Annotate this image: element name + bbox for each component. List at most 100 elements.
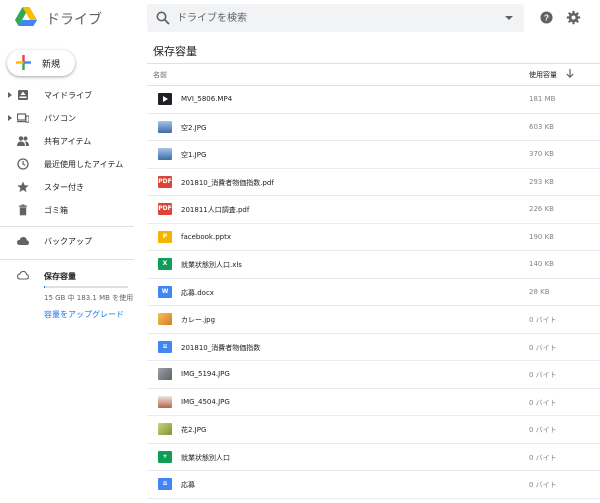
new-button[interactable]: 新規 bbox=[7, 50, 75, 76]
file-name: facebook.pptx bbox=[181, 232, 231, 241]
sidebar-item-backups[interactable]: バックアップ bbox=[0, 230, 134, 253]
storage-usage-bar bbox=[44, 286, 128, 288]
file-row[interactable]: 空1.JPG 370 KB bbox=[147, 141, 600, 169]
my-drive-icon bbox=[18, 90, 28, 100]
google-sheets-icon: + bbox=[158, 450, 172, 463]
file-size: 0 バイト bbox=[529, 426, 557, 434]
file-name: 応募.docx bbox=[181, 288, 214, 297]
sidebar-item-label: ゴミ箱 bbox=[44, 206, 68, 215]
sidebar-item-label: マイドライブ bbox=[44, 91, 92, 100]
search-icon[interactable] bbox=[156, 11, 170, 25]
sidebar-item-shared[interactable]: 共有アイテム bbox=[0, 130, 134, 153]
file-size: 0 バイト bbox=[529, 371, 557, 379]
sidebar-item-my-drive[interactable]: マイドライブ bbox=[0, 84, 134, 107]
file-row[interactable]: W 応募.docx 28 KB bbox=[147, 279, 600, 306]
google-drive-logo-icon[interactable] bbox=[15, 7, 37, 27]
file-row[interactable]: X 就業状態別人口.xls 140 KB bbox=[147, 251, 600, 279]
page-title: 保存容量 bbox=[153, 45, 197, 58]
sidebar-item-label: スター付き bbox=[44, 183, 84, 192]
file-row[interactable]: 空2.JPG 603 KB bbox=[147, 114, 600, 141]
google-docs-icon: ≡ bbox=[158, 478, 172, 490]
sidebar-divider bbox=[0, 226, 134, 227]
cloud-outline-icon bbox=[17, 270, 29, 280]
cloud-icon bbox=[17, 237, 29, 245]
image-icon bbox=[158, 148, 172, 160]
title-divider bbox=[147, 63, 600, 64]
file-size: 0 バイト bbox=[529, 343, 557, 352]
file-row[interactable]: IMG_4504.JPG 0 バイト bbox=[147, 389, 600, 416]
sort-descending-arrow-icon[interactable] bbox=[566, 69, 574, 78]
sidebar-item-recent[interactable]: 最近使用したアイテム bbox=[0, 153, 134, 176]
column-header-size[interactable]: 使用容量 bbox=[529, 70, 557, 80]
file-row[interactable]: 花2.JPG 0 バイト bbox=[147, 416, 600, 444]
search-bar[interactable] bbox=[147, 4, 524, 32]
file-size: 226 KB bbox=[529, 205, 554, 213]
settings-gear-icon[interactable] bbox=[566, 10, 581, 25]
docx-icon: W bbox=[158, 285, 172, 298]
storage-usage-fill bbox=[44, 286, 45, 288]
plus-icon bbox=[16, 55, 31, 70]
file-size: 0 バイト bbox=[529, 398, 557, 407]
sidebar-nav: マイドライブ パソコン 共有アイテム 最近使用したアイテム スター付き ゴミ箱 bbox=[0, 84, 134, 222]
file-row[interactable]: + 就業状態別人口 0 バイト bbox=[147, 444, 600, 471]
file-row[interactable]: Pfacebook.pptx 190 KB bbox=[147, 224, 600, 251]
file-size: 293 KB bbox=[529, 177, 554, 186]
pdf-icon: PDF bbox=[158, 203, 172, 215]
file-size: 370 KB bbox=[529, 150, 554, 158]
file-name: 空2.JPG bbox=[181, 123, 207, 132]
file-name: 花2.JPG bbox=[181, 426, 207, 434]
file-row[interactable]: MVI_5806.MP4 181 MB bbox=[147, 86, 600, 114]
expand-caret-icon[interactable] bbox=[8, 92, 12, 98]
pdf-icon: PDF bbox=[158, 175, 172, 188]
file-row[interactable]: カレー.jpg 0 バイト bbox=[147, 306, 600, 334]
upgrade-storage-link[interactable]: 容量をアップグレード bbox=[44, 309, 124, 320]
file-size: 28 KB bbox=[529, 287, 550, 296]
image-icon bbox=[158, 313, 172, 325]
file-name: 201810_消費者物価指数.pdf bbox=[181, 178, 274, 187]
expand-caret-icon[interactable] bbox=[8, 115, 12, 121]
sidebar-divider bbox=[0, 259, 134, 260]
google-docs-icon: ≡ bbox=[158, 340, 172, 353]
video-icon bbox=[158, 93, 172, 105]
image-icon bbox=[158, 423, 172, 435]
sidebar-item-trash[interactable]: ゴミ箱 bbox=[0, 199, 134, 222]
sidebar-item-label: 最近使用したアイテム bbox=[44, 160, 124, 169]
recent-clock-icon bbox=[17, 158, 29, 170]
svg-text:?: ? bbox=[544, 13, 549, 23]
sidebar-item-starred[interactable]: スター付き bbox=[0, 176, 134, 199]
file-row[interactable]: IMG_5194.JPG 0 バイト bbox=[147, 361, 600, 389]
file-name: 就業状態別人口 bbox=[181, 453, 230, 462]
file-name: 応募 bbox=[181, 481, 195, 489]
storage-title[interactable]: 保存容量 bbox=[44, 271, 76, 282]
file-row[interactable]: PDF 201811人口調査.pdf 226 KB bbox=[147, 196, 600, 224]
file-size: 603 KB bbox=[529, 122, 554, 131]
file-name: IMG_4504.JPG bbox=[181, 397, 230, 406]
file-size: 0 バイト bbox=[529, 316, 557, 324]
new-button-label: 新規 bbox=[42, 60, 61, 70]
sidebar-backup-section: バックアップ bbox=[0, 230, 134, 253]
file-name: 空1.JPG bbox=[181, 151, 207, 159]
file-size: 181 MB bbox=[529, 95, 556, 103]
search-input[interactable] bbox=[177, 4, 497, 32]
file-list: MVI_5806.MP4 181 MB 空2.JPG 603 KB 空1.JPG 370 … bbox=[147, 86, 600, 499]
file-name: IMG_5194.JPG bbox=[181, 370, 230, 378]
search-options-dropdown-icon[interactable] bbox=[505, 16, 513, 20]
storage-usage-text: 15 GB 中 183.1 MB を使用 bbox=[44, 294, 134, 302]
computers-icon bbox=[17, 113, 29, 123]
sidebar-item-computers[interactable]: パソコン bbox=[0, 107, 134, 130]
star-icon bbox=[17, 181, 29, 193]
image-icon bbox=[158, 120, 172, 133]
sidebar-item-label: パソコン bbox=[44, 114, 76, 123]
app-title[interactable]: ドライブ bbox=[46, 9, 102, 29]
shared-with-me-icon bbox=[17, 136, 29, 146]
xls-icon: X bbox=[158, 258, 172, 270]
pptx-icon: P bbox=[158, 230, 172, 243]
file-row[interactable]: ≡ 応募 0 バイト bbox=[147, 471, 600, 499]
file-row[interactable]: PDF 201810_消費者物価指数.pdf 293 KB bbox=[147, 169, 600, 196]
file-size: 0 バイト bbox=[529, 481, 557, 489]
help-icon[interactable]: ? bbox=[540, 11, 553, 24]
file-size: 140 KB bbox=[529, 260, 554, 268]
file-row[interactable]: ≡ 201810_消費者物価指数 0 バイト bbox=[147, 334, 600, 361]
file-name: MVI_5806.MP4 bbox=[181, 95, 233, 103]
column-header-name[interactable]: 名前 bbox=[153, 70, 167, 80]
